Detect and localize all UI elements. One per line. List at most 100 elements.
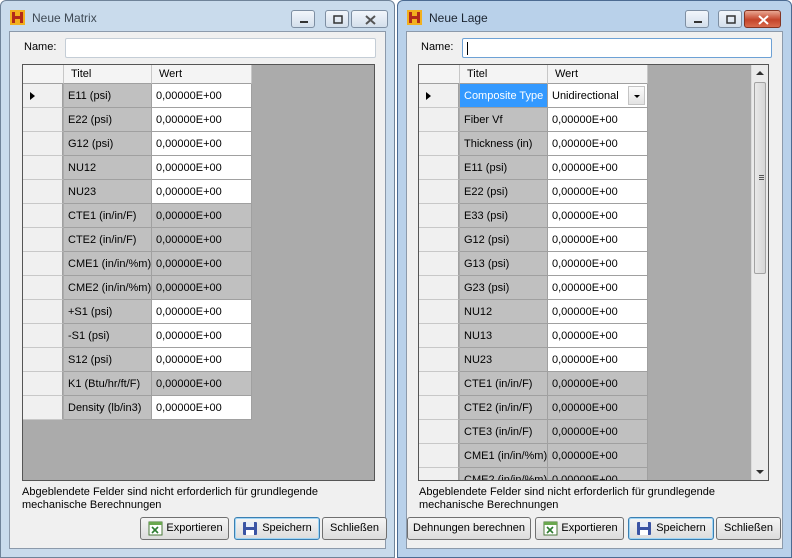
row-header[interactable] xyxy=(23,228,63,252)
value-cell[interactable]: 0,00000E+00 xyxy=(152,276,252,300)
value-cell[interactable]: 0,00000E+00 xyxy=(548,444,648,468)
title-cell[interactable]: E22 (psi) xyxy=(460,180,548,204)
titlebar[interactable]: Neue Lage xyxy=(398,1,791,31)
value-cell[interactable]: 0,00000E+00 xyxy=(548,468,648,480)
title-cell[interactable]: E11 (psi) xyxy=(460,156,548,180)
value-cell[interactable]: 0,00000E+00 xyxy=(548,252,648,276)
title-cell[interactable]: CME2 (in/in/%m) xyxy=(460,468,548,480)
row-header[interactable] xyxy=(419,204,459,228)
row-header[interactable] xyxy=(23,132,63,156)
save-button[interactable]: Speichern xyxy=(234,517,320,540)
title-cell[interactable]: Thickness (in) xyxy=(460,132,548,156)
row-header[interactable] xyxy=(419,420,459,444)
title-cell[interactable]: K1 (Btu/hr/ft/F) xyxy=(64,372,152,396)
minimize-button[interactable] xyxy=(685,10,709,28)
title-cell[interactable]: Density (lb/in3) xyxy=(64,396,152,420)
name-input[interactable] xyxy=(462,38,772,58)
chevron-down-icon[interactable] xyxy=(628,86,645,105)
title-cell[interactable]: E33 (psi) xyxy=(460,204,548,228)
value-cell[interactable]: 0,00000E+00 xyxy=(152,204,252,228)
row-header[interactable] xyxy=(23,396,63,420)
value-cell[interactable]: 0,00000E+00 xyxy=(548,204,648,228)
value-cell[interactable]: 0,00000E+00 xyxy=(548,420,648,444)
value-cell[interactable]: 0,00000E+00 xyxy=(548,396,648,420)
title-cell[interactable]: E22 (psi) xyxy=(64,108,152,132)
value-cell[interactable]: 0,00000E+00 xyxy=(548,132,648,156)
value-cell[interactable]: 0,00000E+00 xyxy=(548,156,648,180)
title-cell[interactable]: NU23 xyxy=(64,180,152,204)
value-cell[interactable]: 0,00000E+00 xyxy=(152,372,252,396)
value-cell[interactable]: 0,00000E+00 xyxy=(548,180,648,204)
value-cell[interactable]: 0,00000E+00 xyxy=(548,324,648,348)
column-header-title[interactable]: Titel xyxy=(64,65,152,84)
value-cell[interactable]: 0,00000E+00 xyxy=(152,300,252,324)
title-cell[interactable]: CME1 (in/in/%m) xyxy=(64,252,152,276)
value-cell[interactable]: 0,00000E+00 xyxy=(548,300,648,324)
value-cell[interactable]: 0,00000E+00 xyxy=(548,372,648,396)
title-cell[interactable]: S12 (psi) xyxy=(64,348,152,372)
title-cell[interactable]: CTE2 (in/in/F) xyxy=(460,396,548,420)
title-cell[interactable]: CTE2 (in/in/F) xyxy=(64,228,152,252)
row-header[interactable] xyxy=(23,204,63,228)
close-button[interactable]: Schließen xyxy=(322,517,387,540)
vertical-scrollbar[interactable] xyxy=(751,65,768,480)
title-cell[interactable]: NU12 xyxy=(460,300,548,324)
maximize-button[interactable] xyxy=(718,10,742,28)
row-header[interactable] xyxy=(419,276,459,300)
row-header[interactable] xyxy=(419,108,459,132)
row-header[interactable] xyxy=(419,156,459,180)
title-cell[interactable]: CME2 (in/in/%m) xyxy=(64,276,152,300)
row-header[interactable] xyxy=(419,396,459,420)
value-cell[interactable]: 0,00000E+00 xyxy=(152,108,252,132)
title-cell[interactable]: E11 (psi) xyxy=(64,84,152,108)
title-cell[interactable]: NU13 xyxy=(460,324,548,348)
export-button[interactable]: Exportieren xyxy=(140,517,229,540)
row-header[interactable] xyxy=(23,300,63,324)
value-cell[interactable]: 0,00000E+00 xyxy=(152,180,252,204)
value-cell[interactable]: 0,00000E+00 xyxy=(548,108,648,132)
row-header[interactable] xyxy=(23,108,63,132)
row-header[interactable] xyxy=(23,276,63,300)
title-cell[interactable]: Fiber Vf xyxy=(460,108,548,132)
close-button[interactable]: Schließen xyxy=(716,517,781,540)
row-header[interactable] xyxy=(419,348,459,372)
title-cell[interactable]: G13 (psi) xyxy=(460,252,548,276)
value-cell[interactable]: 0,00000E+00 xyxy=(548,276,648,300)
row-header[interactable] xyxy=(23,180,63,204)
title-cell[interactable]: CTE3 (in/in/F) xyxy=(460,420,548,444)
title-cell[interactable]: CTE1 (in/in/F) xyxy=(460,372,548,396)
row-header[interactable] xyxy=(23,156,63,180)
title-cell[interactable]: Composite Type xyxy=(460,84,548,108)
titlebar[interactable]: Neue Matrix xyxy=(1,1,394,31)
scroll-up-arrow-icon[interactable] xyxy=(756,71,764,75)
title-cell[interactable]: +S1 (psi) xyxy=(64,300,152,324)
properties-grid[interactable]: Titel Wert E11 (psi) 0,00000E+00 E22 (psi)… xyxy=(22,64,375,481)
title-cell[interactable]: G23 (psi) xyxy=(460,276,548,300)
row-header[interactable] xyxy=(419,228,459,252)
scrollbar-thumb[interactable] xyxy=(754,82,766,274)
title-cell[interactable]: CTE1 (in/in/F) xyxy=(64,204,152,228)
value-cell[interactable]: 0,00000E+00 xyxy=(152,324,252,348)
row-header[interactable] xyxy=(23,84,63,108)
value-cell[interactable]: 0,00000E+00 xyxy=(152,156,252,180)
scroll-down-arrow-icon[interactable] xyxy=(756,470,764,474)
value-cell[interactable]: 0,00000E+00 xyxy=(152,132,252,156)
row-header[interactable] xyxy=(419,372,459,396)
close-window-button[interactable] xyxy=(744,10,781,28)
row-header[interactable] xyxy=(419,84,459,108)
row-header[interactable] xyxy=(419,252,459,276)
maximize-button[interactable] xyxy=(325,10,349,28)
export-button[interactable]: Exportieren xyxy=(535,517,624,540)
calculate-strains-button[interactable]: Dehnungen berechnen xyxy=(407,517,531,540)
row-header[interactable] xyxy=(419,468,459,480)
value-cell[interactable]: 0,00000E+00 xyxy=(152,252,252,276)
column-header-value[interactable]: Wert xyxy=(152,65,252,84)
title-cell[interactable]: G12 (psi) xyxy=(64,132,152,156)
save-button[interactable]: Speichern xyxy=(628,517,714,540)
row-header[interactable] xyxy=(419,444,459,468)
value-cell[interactable]: 0,00000E+00 xyxy=(152,84,252,108)
composite-type-dropdown[interactable]: Unidirectional xyxy=(548,84,648,108)
title-cell[interactable]: NU12 xyxy=(64,156,152,180)
row-header[interactable] xyxy=(23,372,63,396)
column-header-value[interactable]: Wert xyxy=(548,65,648,84)
